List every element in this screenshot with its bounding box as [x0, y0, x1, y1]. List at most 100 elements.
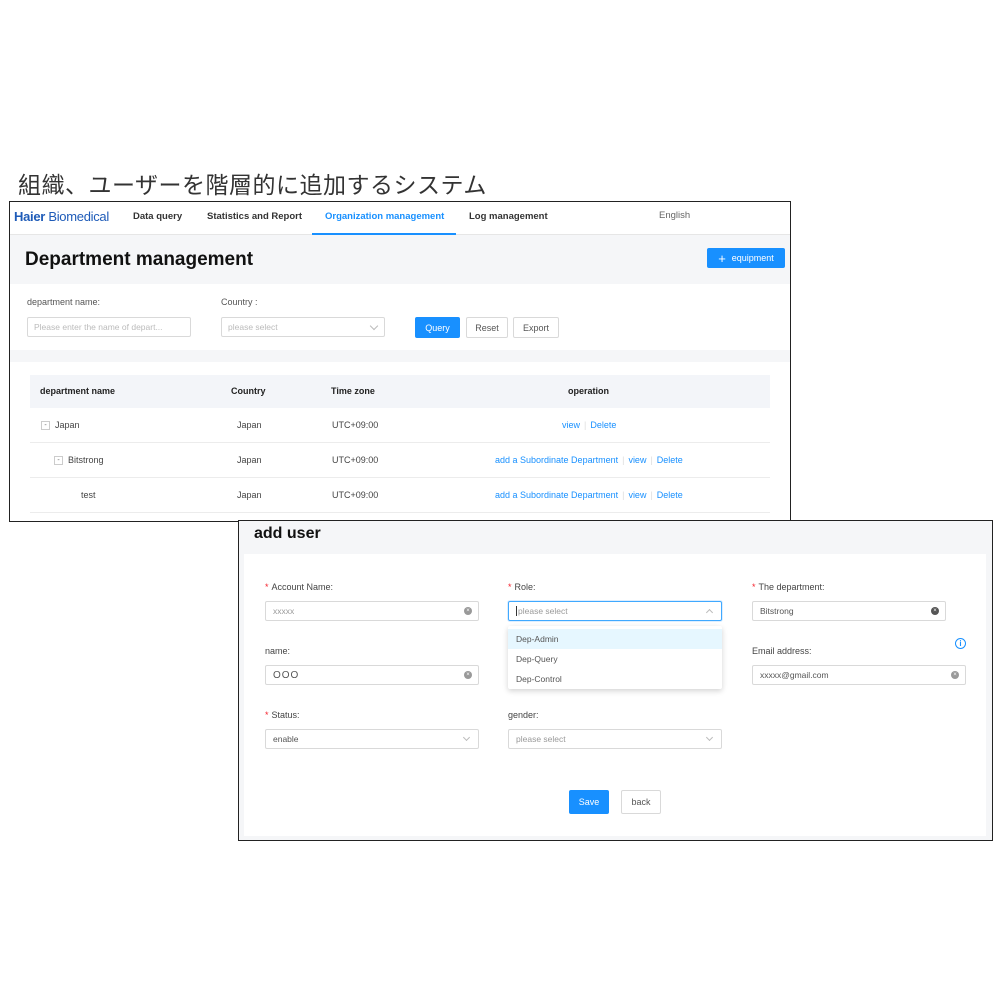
gender-select[interactable]: please select [508, 729, 722, 749]
add-subordinate-link[interactable]: add a Subordinate Department [495, 490, 618, 500]
brand-logo[interactable]: Haier Biomedical [14, 209, 109, 224]
account-name-input[interactable]: xxxxx × [265, 601, 479, 621]
header-time-zone: Time zone [331, 386, 375, 396]
chevron-up-icon [705, 608, 714, 617]
chevron-down-icon [462, 733, 471, 742]
cell-country: Japan [237, 420, 262, 430]
cell-operations: add a Subordinate Department | view | Delete [495, 490, 683, 500]
view-link[interactable]: view [628, 455, 646, 465]
header-department-name: department name [40, 386, 116, 396]
account-name-label-text: Account Name: [271, 582, 334, 592]
role-label-text: Role: [514, 582, 536, 592]
name-value: OOO [273, 669, 300, 681]
email-label: Email address: [752, 646, 812, 656]
account-name-value: xxxxx [273, 606, 295, 616]
page-title: Department management [25, 249, 254, 270]
clear-icon[interactable]: × [464, 607, 472, 615]
role-option-dep-control[interactable]: Dep-Control [508, 669, 722, 689]
view-link[interactable]: view [562, 420, 580, 430]
country-select[interactable]: please select [221, 317, 385, 337]
divider: | [622, 455, 625, 465]
status-value: enable [273, 734, 299, 744]
collapse-toggle[interactable]: - [41, 421, 50, 431]
delete-link[interactable]: Delete [590, 420, 616, 430]
delete-link[interactable]: Delete [657, 490, 683, 500]
nav-data-query[interactable]: Data query [133, 211, 182, 222]
filter-panel: department name: Please enter the name o… [10, 284, 790, 350]
role-dropdown-menu: Dep-Admin Dep-Query Dep-Control [508, 626, 722, 689]
divider: | [584, 420, 587, 430]
query-button[interactable]: Query [415, 317, 460, 338]
cell-time-zone: UTC+09:00 [332, 490, 379, 500]
plus-icon: + [718, 250, 726, 266]
cell-department-name: - Bitstrong [54, 455, 104, 466]
required-mark: * [508, 582, 512, 592]
department-name-label: department name: [27, 297, 101, 307]
status-select[interactable]: enable [265, 729, 479, 749]
department-value: Bitstrong [760, 606, 794, 616]
department-name-input[interactable]: Please enter the name of depart... [27, 317, 191, 337]
cell-operations: view | Delete [562, 420, 616, 430]
required-mark: * [265, 582, 269, 592]
role-label: * Role: [508, 582, 536, 592]
account-name-label: * Account Name: [265, 582, 333, 592]
info-icon[interactable]: i [955, 638, 966, 649]
cell-operations: add a Subordinate Department | view | Delete [495, 455, 683, 465]
page-caption: 組織、ユーザーを階層的に追加するシステム [18, 173, 487, 199]
collapse-toggle[interactable]: - [54, 456, 63, 466]
email-input[interactable]: xxxxx@gmail.com × [752, 665, 966, 685]
department-name: Japan [55, 420, 80, 430]
language-switch[interactable]: English [659, 210, 690, 221]
gender-label: gender: [508, 710, 539, 720]
export-button[interactable]: Export [513, 317, 559, 338]
add-user-window: add user * Account Name: xxxxx × * Role: p… [238, 520, 993, 841]
add-equipment-label: equipment [731, 253, 774, 263]
clear-icon[interactable]: × [931, 607, 939, 615]
add-user-form: * Account Name: xxxxx × * Role: please sel… [244, 554, 986, 836]
nav-log-management[interactable]: Log management [469, 211, 548, 222]
cell-time-zone: UTC+09:00 [332, 420, 379, 430]
country-placeholder: please select [228, 322, 278, 332]
reset-button[interactable]: Reset [466, 317, 508, 338]
divider: | [650, 490, 653, 500]
role-placeholder: please select [518, 606, 568, 616]
clear-icon[interactable]: × [464, 671, 472, 679]
chevron-down-icon [705, 733, 714, 742]
department-table: department name Country Time zone operat… [10, 362, 790, 521]
cell-department-name: test [81, 490, 96, 500]
cell-country: Japan [237, 455, 262, 465]
chevron-down-icon [369, 321, 379, 331]
status-label-text: Status: [271, 710, 300, 720]
nav-organization-management[interactable]: Organization management [325, 211, 444, 222]
add-equipment-button[interactable]: + equipment [707, 248, 785, 268]
role-select[interactable]: please select [508, 601, 722, 621]
nav-statistics-report[interactable]: Statistics and Report [207, 211, 302, 222]
brand-subname: Biomedical [48, 209, 109, 224]
department-management-window: Haier Biomedical Data query Statistics a… [9, 201, 791, 522]
department-label: * The department: [752, 582, 825, 592]
department-name-placeholder: Please enter the name of depart... [34, 322, 163, 332]
role-option-dep-query[interactable]: Dep-Query [508, 649, 722, 669]
view-link[interactable]: view [628, 490, 646, 500]
gender-placeholder: please select [516, 734, 566, 744]
cell-department-name: - Japan [41, 420, 80, 431]
back-button[interactable]: back [621, 790, 661, 814]
table-row: test Japan UTC+09:00 add a Subordinate D… [30, 478, 770, 513]
cell-country: Japan [237, 490, 262, 500]
department-label-text: The department: [758, 582, 825, 592]
delete-link[interactable]: Delete [657, 455, 683, 465]
save-button[interactable]: Save [569, 790, 609, 814]
active-tab-indicator [312, 233, 456, 235]
clear-icon[interactable]: × [951, 671, 959, 679]
country-label: Country : [221, 297, 258, 307]
email-value: xxxxx@gmail.com [760, 670, 829, 680]
divider: | [650, 455, 653, 465]
divider: | [622, 490, 625, 500]
role-option-dep-admin[interactable]: Dep-Admin [508, 629, 722, 649]
department-input[interactable]: Bitstrong × [752, 601, 946, 621]
add-subordinate-link[interactable]: add a Subordinate Department [495, 455, 618, 465]
required-mark: * [752, 582, 756, 592]
text-cursor [516, 606, 517, 616]
name-input[interactable]: OOO × [265, 665, 479, 685]
table-row: - Japan Japan UTC+09:00 view | Delete [30, 408, 770, 443]
